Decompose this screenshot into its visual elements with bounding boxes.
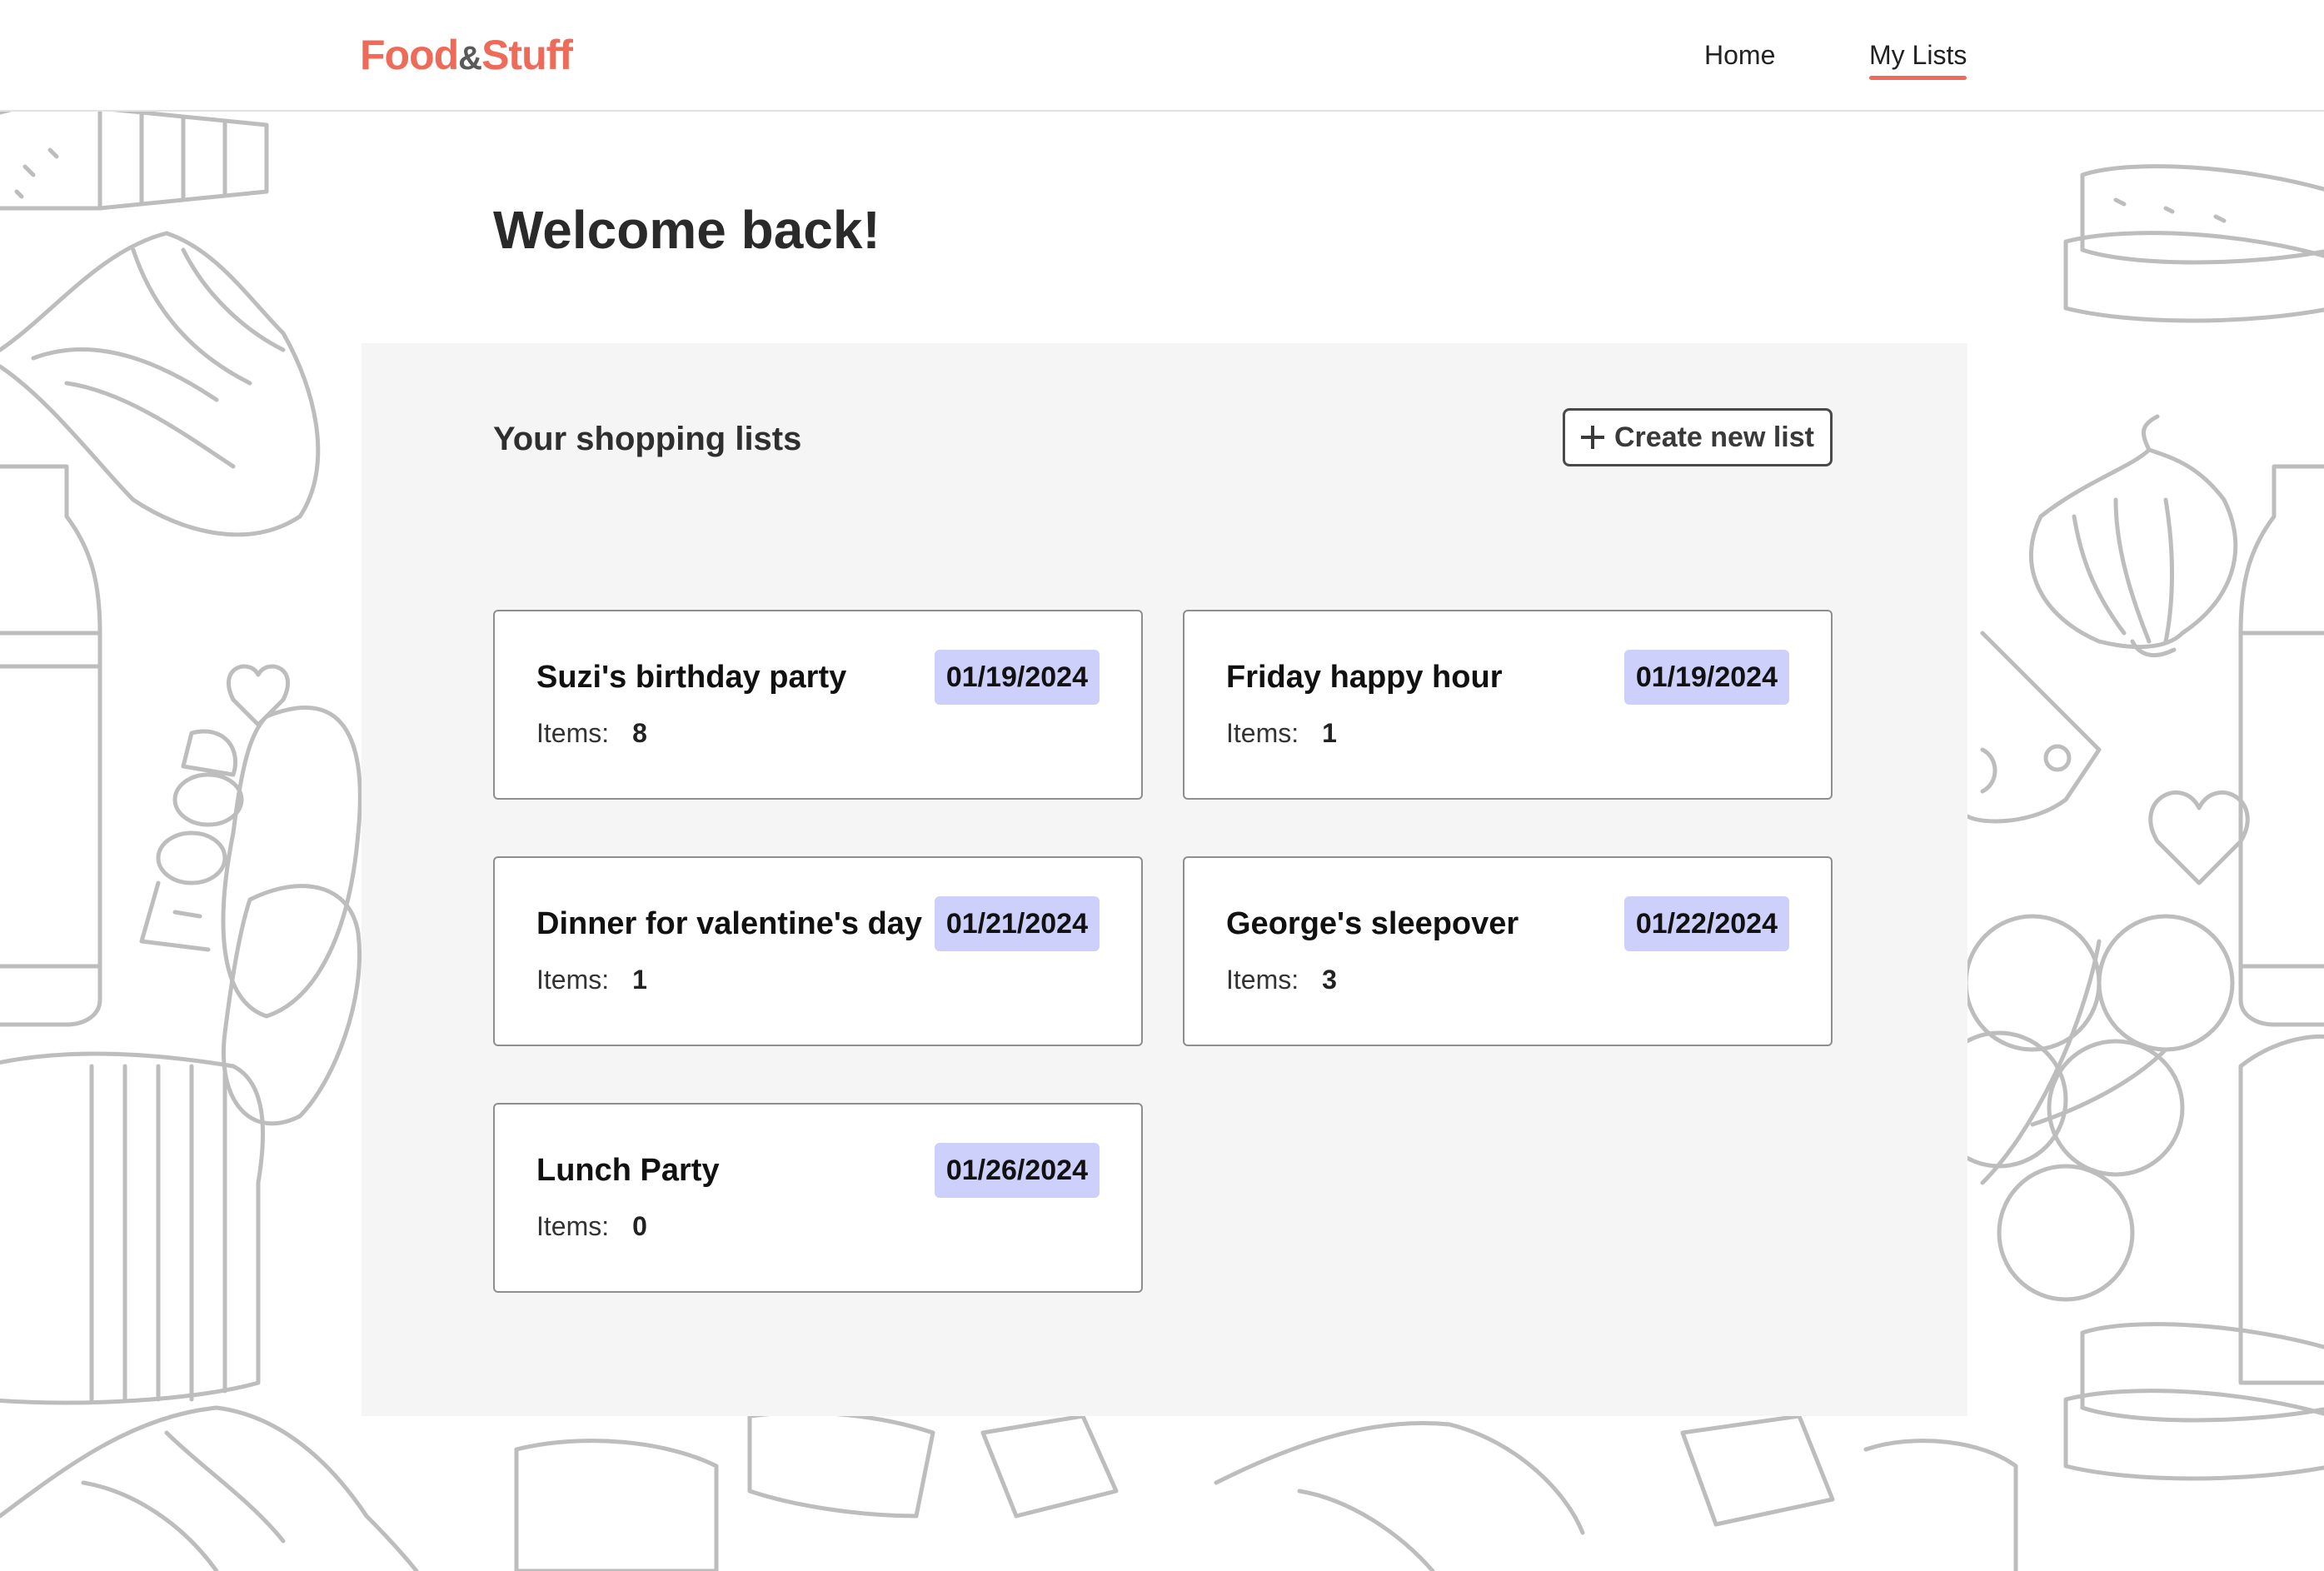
bottle-doodle-icon [0, 464, 102, 1027]
create-new-list-button[interactable]: Create new list [1563, 408, 1833, 466]
items-label: Items: [1226, 965, 1299, 995]
list-card-date-badge: 01/22/2024 [1623, 896, 1789, 951]
food-lettering-doodle-icon [139, 664, 290, 952]
brand-logo[interactable]: Food&Stuff [360, 28, 573, 85]
onion-doodle-icon [2028, 414, 2238, 658]
list-card-date-badge: 01/21/2024 [934, 896, 1100, 951]
potato-doodle-icon [221, 706, 362, 1126]
list-card-title: Dinner for valentine's day [536, 906, 923, 941]
heart-doodle-icon [2148, 790, 2250, 885]
brand-logo-part-food: Food [360, 32, 459, 78]
items-count: 8 [632, 718, 647, 748]
bread-slices-bottom-doodle-icon [2063, 1322, 2324, 1481]
create-new-list-label: Create new list [1614, 421, 1814, 453]
bottle-right-doodle-icon [2238, 464, 2324, 1027]
list-card-title: Lunch Party [536, 1153, 720, 1188]
tomatoes-doodle-icon [1930, 914, 2235, 1302]
nav-link-home[interactable]: Home [1704, 37, 1775, 73]
list-card-dinner-for-valentines-day[interactable]: Dinner for valentine's day 01/21/2024 It… [493, 856, 1143, 1046]
brand-logo-ampersand: & [458, 40, 482, 77]
list-card-date-badge: 01/19/2024 [1623, 650, 1789, 705]
cheese-doodle-icon [1965, 631, 2102, 824]
list-card-title: Friday happy hour [1226, 660, 1503, 695]
list-card-items: Items: 1 [536, 961, 647, 998]
bottom-strip-doodles-icon [514, 1410, 2018, 1571]
items-count: 1 [632, 965, 647, 995]
list-card-date-badge: 01/19/2024 [934, 650, 1100, 705]
nav-link-my-lists[interactable]: My Lists [1869, 37, 1967, 80]
list-card-items: Items: 3 [1226, 961, 1337, 998]
page-title: Welcome back! [493, 200, 880, 260]
list-card-suzis-birthday-party[interactable]: Suzi's birthday party 01/19/2024 Items: 8 [493, 610, 1143, 800]
list-card-title: George's sleepover [1226, 906, 1519, 941]
brand-logo-part-stuff: Stuff [481, 32, 573, 78]
main-content-panel: Welcome back! Your shopping lists Create… [362, 112, 1967, 1416]
bread-slices-doodle-icon [2063, 164, 2324, 323]
list-card-date-badge: 01/26/2024 [934, 1143, 1100, 1198]
items-count: 3 [1322, 965, 1337, 995]
sliced-bread-doodle-icon [0, 1051, 266, 1405]
plus-icon [1581, 426, 1604, 449]
list-card-title: Suzi's birthday party [536, 660, 847, 695]
items-label: Items: [536, 965, 610, 995]
list-card-georges-sleepover[interactable]: George's sleepover 01/22/2024 Items: 3 [1183, 856, 1833, 1046]
items-label: Items: [1226, 718, 1299, 748]
items-count: 1 [1322, 718, 1337, 748]
list-card-friday-happy-hour[interactable]: Friday happy hour 01/19/2024 Items: 1 [1183, 610, 1833, 800]
list-card-items: Items: 0 [536, 1208, 647, 1244]
list-card-items: Items: 1 [1226, 715, 1337, 751]
list-card-lunch-party[interactable]: Lunch Party 01/26/2024 Items: 0 [493, 1103, 1143, 1293]
lettuce-doodle-icon [0, 231, 321, 537]
items-label: Items: [536, 1211, 610, 1241]
items-count: 0 [632, 1211, 647, 1241]
list-card-items: Items: 8 [536, 715, 647, 751]
section-heading: Your shopping lists [493, 421, 802, 457]
shopping-lists-section: Your shopping lists Create new list Suzi… [362, 343, 1967, 1416]
top-navigation-bar: Food&Stuff Home My Lists [0, 0, 2324, 112]
bread-doodle-icon [0, 97, 269, 211]
lettuce-bottom-doodle-icon [0, 1405, 419, 1571]
items-label: Items: [536, 718, 610, 748]
